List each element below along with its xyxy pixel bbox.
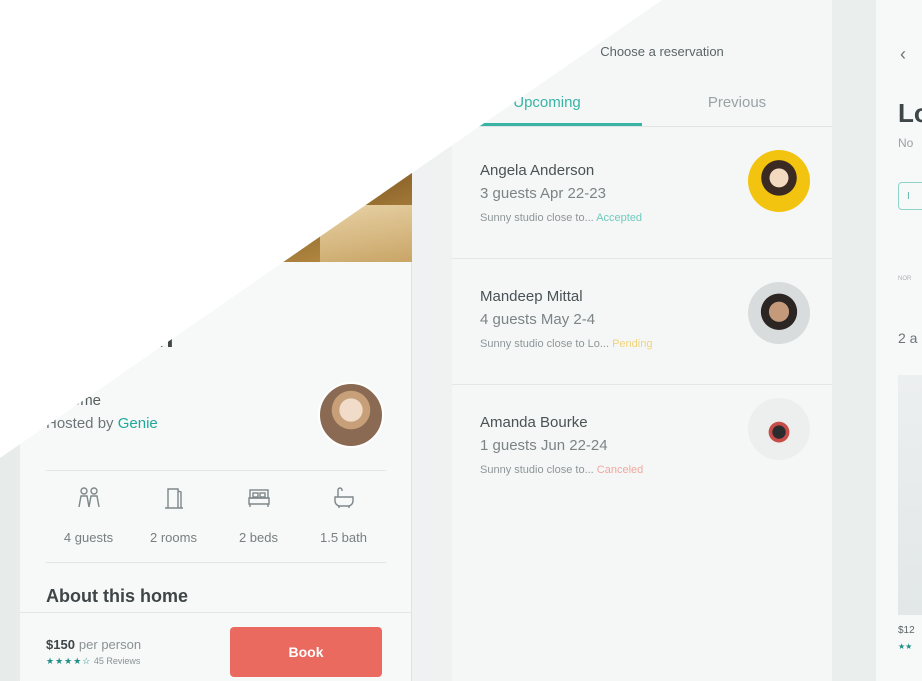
reservations-panel: Choose a reservation Upcoming Previous A…: [452, 0, 832, 681]
back-chevron-icon[interactable]: ‹: [900, 44, 906, 65]
amenity-label: 1.5 bath: [320, 530, 367, 545]
guest-avatar[interactable]: [748, 282, 810, 344]
amenity-beds: 2 beds: [216, 485, 301, 555]
amenity-label: 2 beds: [238, 530, 279, 545]
listing-panel: pen Floor u Kitchen re home Hosted by Ge…: [20, 0, 412, 681]
host-name-link[interactable]: Genie: [118, 415, 158, 432]
guests-icon: [77, 487, 100, 508]
guest-avatar[interactable]: [748, 150, 810, 212]
detail-star-rating: ★★: [898, 642, 913, 651]
amenity-guests: 4 guests: [46, 485, 131, 555]
about-heading: About this home: [46, 586, 188, 606]
bed-icon: [247, 489, 270, 507]
divider: [46, 470, 386, 471]
listing-snippet: Sunny studio close to...: [480, 464, 597, 476]
detail-price: $12: [898, 625, 915, 636]
reservation-tabs: Upcoming Previous: [452, 90, 832, 126]
detail-panel: ‹ Lo No I NOR 2 a $12 ★★: [876, 0, 922, 681]
status-badge: Canceled: [596, 464, 644, 476]
price-row: $150 per person: [46, 636, 141, 654]
price-value: $150: [46, 637, 75, 652]
reservation-description: Sunny studio close to... Canceled: [480, 464, 820, 476]
amenities-row: 4 guests 2 rooms 2 beds 1.5 bath: [46, 485, 386, 555]
divider: [452, 384, 832, 385]
amenity-rooms: 2 rooms: [131, 485, 216, 555]
hosted-by-label: Hosted by: [46, 415, 118, 432]
status-badge: Pending: [612, 338, 653, 350]
listing-snippet: Sunny studio close to Lo...: [480, 338, 613, 350]
detail-chip-button[interactable]: I: [898, 182, 922, 210]
reservations-header: Choose a reservation: [600, 44, 724, 59]
detail-count: 2 a: [898, 330, 918, 346]
hosted-by: Hosted by Genie: [46, 415, 158, 432]
app-canvas: pen Floor u Kitchen re home Hosted by Ge…: [0, 0, 922, 681]
divider: [452, 258, 832, 259]
divider: [46, 562, 386, 563]
guest-avatar[interactable]: [748, 398, 810, 460]
reviews-count[interactable]: 45 Reviews: [94, 656, 141, 666]
detail-map: [898, 375, 922, 615]
reservation-description: Sunny studio close to... Accepted: [480, 212, 820, 224]
amenity-label: 2 rooms: [150, 530, 197, 545]
amenity-label: 4 guests: [63, 530, 114, 545]
home-type: re home: [46, 392, 102, 409]
detail-caption: NOR: [898, 276, 912, 282]
tab-previous[interactable]: Previous: [642, 90, 832, 126]
status-badge: Accepted: [596, 212, 643, 224]
price-unit: per person: [78, 637, 142, 652]
divider: [452, 126, 832, 127]
book-button[interactable]: Book: [230, 627, 382, 677]
door-icon: [164, 488, 183, 509]
detail-title: Lo: [898, 98, 922, 128]
bathtub-icon: [333, 487, 354, 508]
detail-subtitle: No: [898, 136, 914, 150]
reviews-summary: ★★★★☆ 45 Reviews: [46, 656, 140, 667]
listing-snippet: Sunny studio close to...: [480, 212, 597, 224]
amenity-bath: 1.5 bath: [301, 485, 386, 555]
tab-upcoming[interactable]: Upcoming: [452, 90, 642, 126]
listing-photo: [20, 0, 412, 262]
host-avatar[interactable]: [318, 382, 384, 448]
star-rating: ★★★★☆: [46, 656, 92, 666]
divider: [20, 612, 412, 613]
listing-title: pen Floor u Kitchen: [46, 286, 174, 353]
